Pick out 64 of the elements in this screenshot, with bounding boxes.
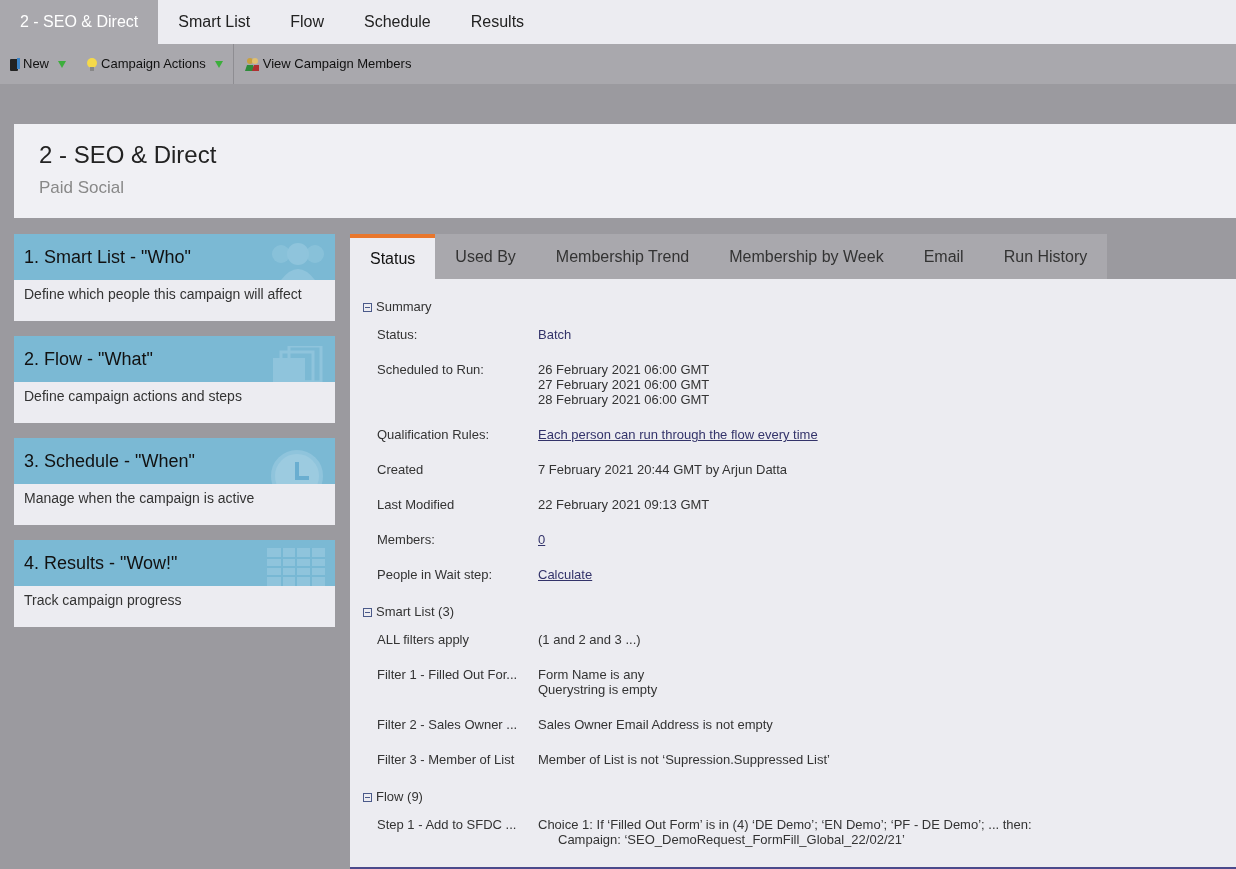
step-title: 3. Schedule - "When" [24, 449, 195, 473]
field-label: Status: [377, 327, 419, 342]
field-label: Scheduled to Run: [377, 362, 485, 379]
campaign-subtitle: Paid Social [39, 177, 126, 199]
people-icon [243, 56, 260, 72]
detail-tab[interactable]: Used By [435, 234, 536, 279]
field-link[interactable]: Each person can run through the flow every time [538, 427, 818, 442]
field-value: Form Name is any [538, 667, 646, 682]
field-label: Filter 3 - Member of List [377, 752, 516, 767]
step-description: Track campaign progress [23, 591, 183, 610]
field-label: Last Modified [377, 497, 456, 512]
step-title: 4. Results - "Wow!" [24, 551, 178, 575]
field-label: Filter 1 - Filled Out For... [377, 667, 519, 684]
field-value: 22 February 2021 09:13 GMT [538, 497, 710, 512]
field-value: Choice 1: If ‘Filled Out Form’ is in (4) ‘DE Demo’; ‘EN Demo’; ‘PF - DE Demo’; ... then: [538, 817, 1032, 832]
section-title: Smart List (3) [376, 603, 454, 622]
field-label: Created [377, 462, 425, 477]
field-label: People in Wait step: [377, 567, 494, 582]
field-label: Qualification Rules: [377, 427, 490, 442]
field-label: Filter 2 - Sales Owner ... [377, 717, 519, 732]
campaign-title: 2 - SEO & Direct [39, 140, 218, 170]
step-title: 1. Smart List - "Who" [24, 245, 191, 269]
detail-tab[interactable]: Membership by Week [709, 234, 904, 279]
section-title: Summary [376, 298, 432, 317]
field-value: Querystring is empty [538, 682, 658, 697]
people-icon [269, 240, 327, 280]
step-card[interactable]: 1. Smart List - "Who" Define which people this campaign will affect [14, 234, 335, 321]
step-title: 2. Flow - "What" [24, 347, 153, 371]
step-description: Define campaign actions and steps [23, 387, 243, 406]
field-value: (1 and 2 and 3 ...) [538, 632, 641, 647]
field-label: Members: [377, 532, 436, 547]
step-card[interactable]: 3. Schedule - "When" Manage when the campaign is active [14, 438, 335, 525]
field-value: 27 February 2021 06:00 GMT [538, 377, 710, 392]
toolbar-button[interactable]: Campaign Actions [76, 44, 233, 84]
field-link[interactable]: 0 [538, 532, 546, 547]
step-description: Manage when the campaign is active [23, 489, 256, 508]
lightbulb-icon [86, 56, 98, 72]
field-label: Step 1 - Add to SFDC ... [377, 817, 518, 834]
field-value: Sales Owner Email Address is not empty [538, 717, 773, 732]
detail-tab[interactable]: Status [350, 234, 436, 279]
step-card[interactable]: 4. Results - "Wow!" Track campaign progress [14, 540, 335, 627]
toolbar-button[interactable]: New [0, 44, 76, 84]
book-icon [10, 57, 20, 71]
toolbar-button[interactable]: View Campaign Members [233, 44, 422, 84]
field-value: 26 February 2021 06:00 GMT [538, 362, 710, 377]
step-description: Define which people this campaign will affect [23, 285, 303, 304]
detail-tab[interactable]: Email [903, 234, 984, 279]
section-title: Flow (9) [376, 788, 423, 807]
detail-tab[interactable]: Membership Trend [535, 234, 710, 279]
clock-icon [269, 448, 325, 484]
field-link[interactable]: Calculate [538, 567, 593, 582]
collapse-icon[interactable] [363, 792, 372, 802]
field-value: Campaign: ‘SEO_DemoRequest_FormFill_Global_22/02/21’ [557, 832, 906, 847]
collapse-icon[interactable] [363, 302, 372, 312]
layers-icon [273, 346, 323, 382]
detail-tab[interactable]: Run History [983, 234, 1108, 279]
field-label: ALL filters apply [377, 632, 470, 647]
collapse-icon[interactable] [363, 607, 372, 617]
field-value: Batch [538, 327, 572, 342]
field-value: 7 February 2021 20:44 GMT by Arjun Datta [538, 462, 788, 477]
field-value: Member of List is not ‘Supression.Suppressed List’ [538, 752, 830, 767]
table-icon [267, 548, 325, 586]
step-card[interactable]: 2. Flow - "What" Define campaign actions and steps [14, 336, 335, 423]
field-value: 28 February 2021 06:00 GMT [538, 392, 710, 407]
